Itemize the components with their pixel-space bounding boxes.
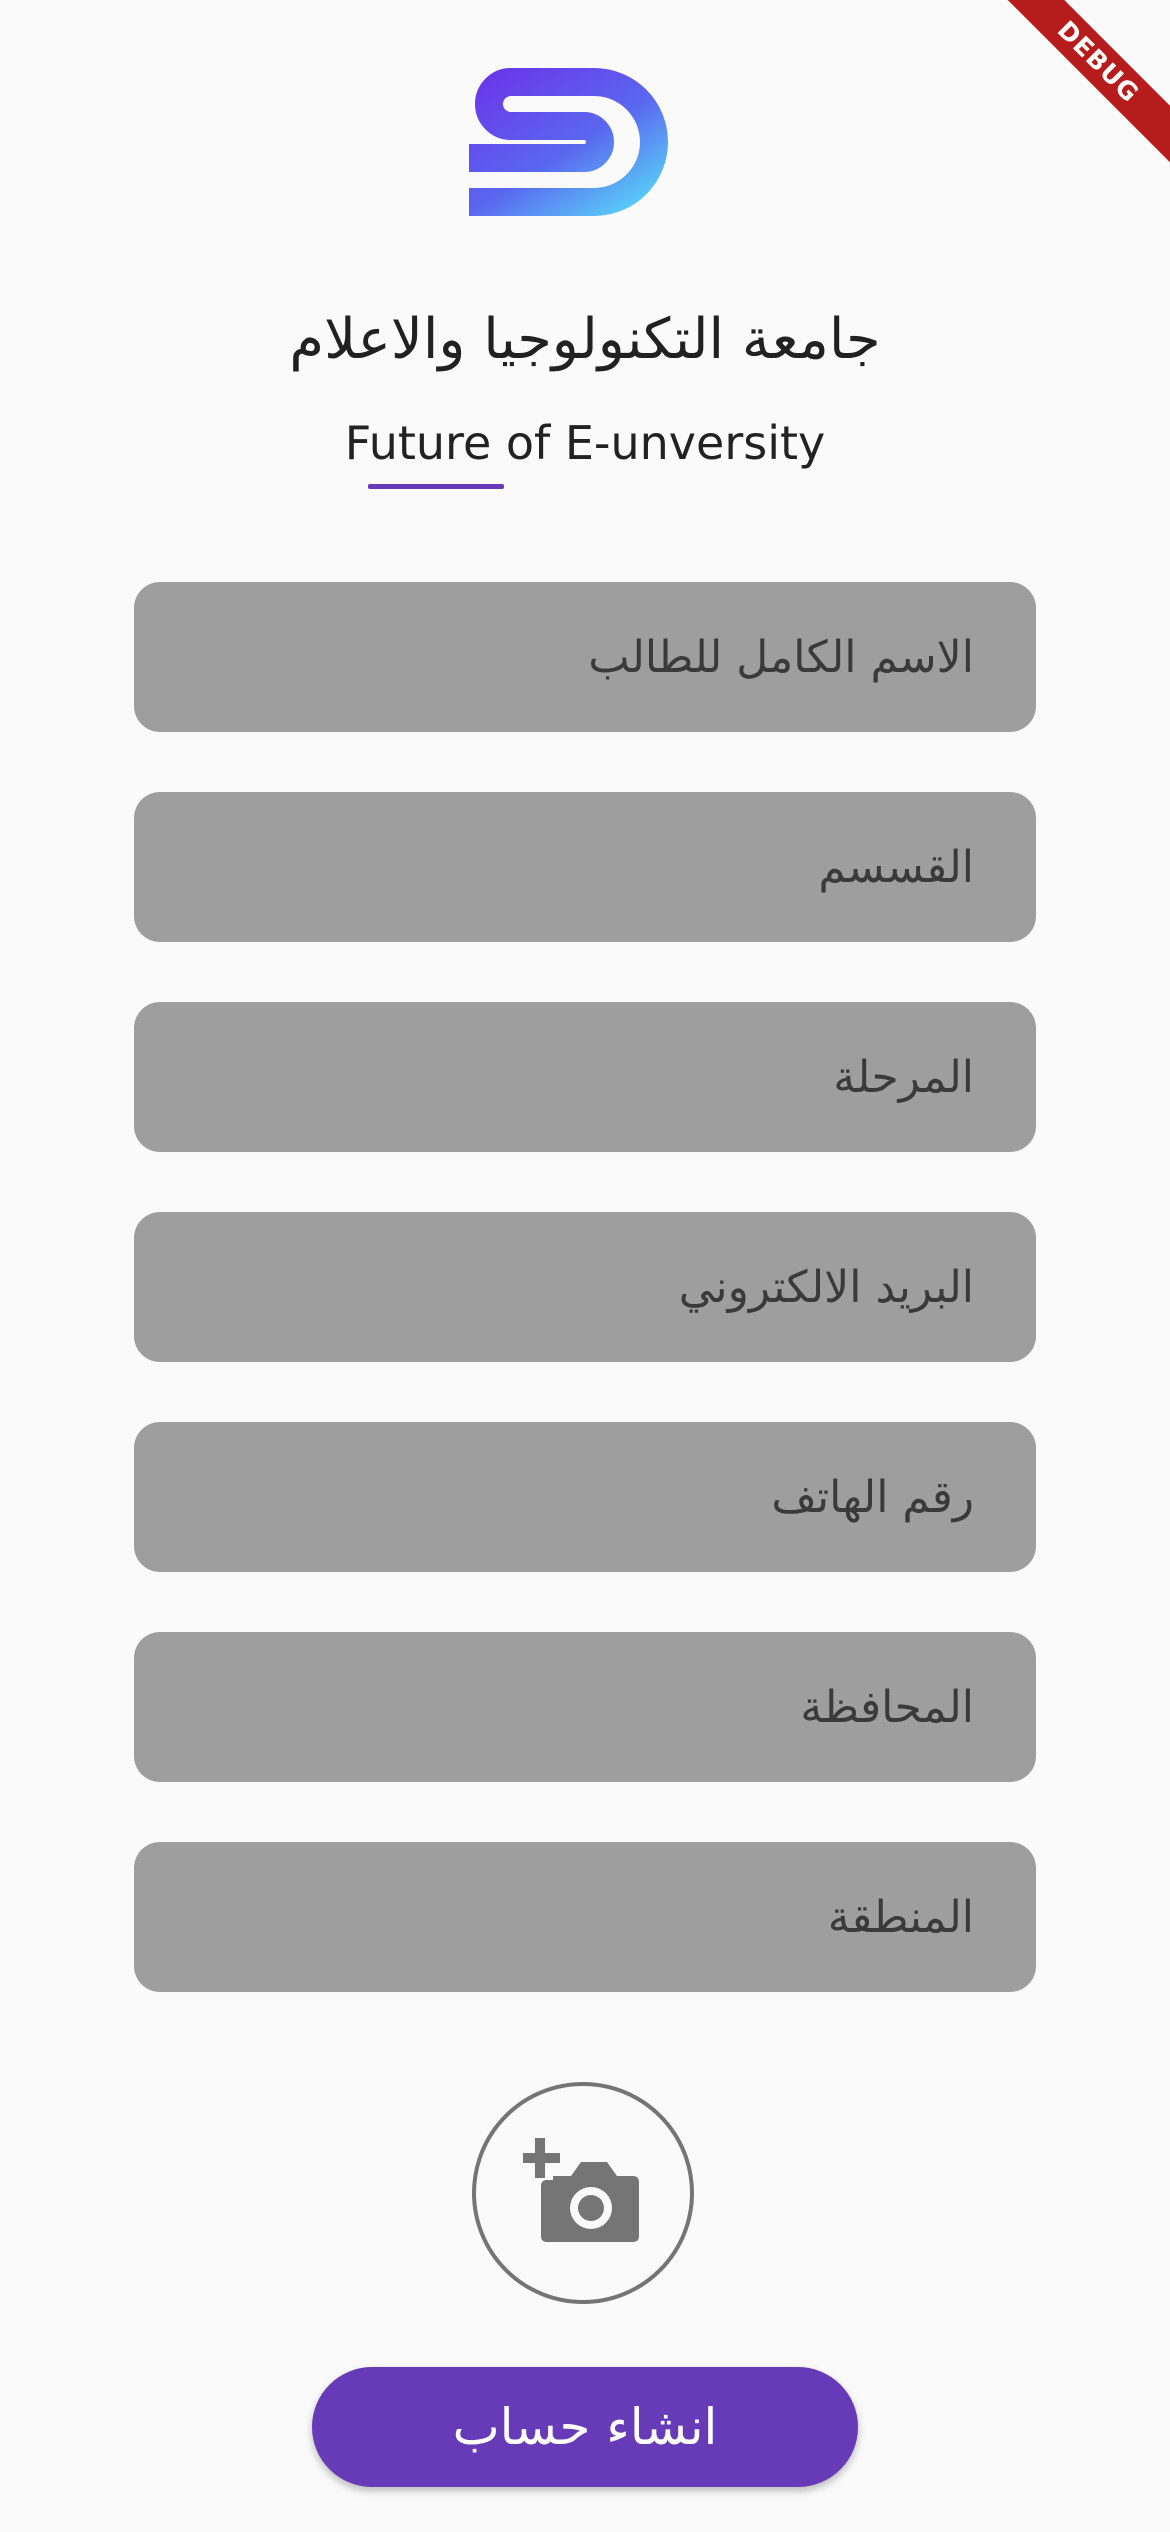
email-field[interactable]: البريد الالكتروني [134,1212,1036,1362]
field-placeholder: القسسم [818,841,974,893]
field-placeholder: الاسم الكامل للطالب [588,631,974,683]
governorate-field[interactable]: المحافظة [134,1632,1036,1782]
add-a-photo-icon [523,2138,639,2242]
phone-field[interactable]: رقم الهاتف [134,1422,1036,1572]
field-placeholder: المحافظة [800,1681,974,1733]
debug-banner: DEBUG [991,0,1170,169]
university-title: جامعة التكنولوجيا والاعلام [289,307,881,372]
app-subtitle: Future of E-unversity [344,416,826,470]
create-account-button[interactable]: انشاء حساب [312,2367,858,2487]
create-account-label: انشاء حساب [452,2398,718,2456]
add-photo-button[interactable] [472,2082,694,2304]
university-logo [469,52,699,232]
region-field[interactable]: المنطقة [134,1842,1036,1992]
department-field[interactable]: القسسم [134,792,1036,942]
field-placeholder: رقم الهاتف [771,1471,974,1523]
field-placeholder: المرحلة [833,1051,974,1103]
full-name-field[interactable]: الاسم الكامل للطالب [134,582,1036,732]
field-placeholder: البريد الالكتروني [678,1261,974,1313]
logo-graphic [469,68,668,216]
field-placeholder: المنطقة [827,1891,974,1943]
subtitle-underline [368,484,504,489]
stage-field[interactable]: المرحلة [134,1002,1036,1152]
